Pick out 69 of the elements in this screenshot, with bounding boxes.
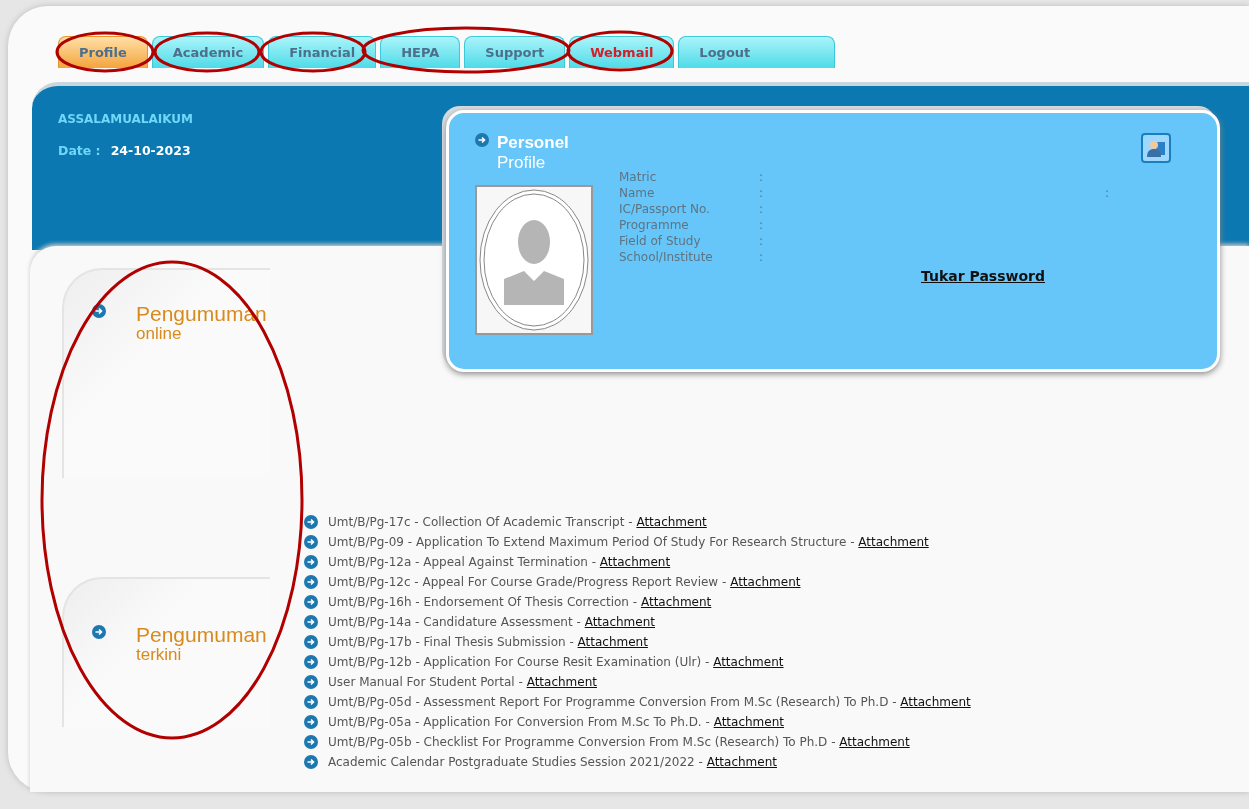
arrow-circle-icon <box>304 615 318 629</box>
attachment-link[interactable]: Attachment <box>526 675 597 689</box>
field-separator: : <box>759 233 765 249</box>
arrow-circle-icon <box>304 555 318 569</box>
arrow-circle-icon <box>304 695 318 709</box>
change-password-link[interactable]: Tukar Password <box>921 268 1045 284</box>
user-profile-button[interactable] <box>1141 133 1171 163</box>
field-separator: : <box>759 217 765 233</box>
arrow-circle-icon <box>304 755 318 769</box>
arrow-circle-icon <box>304 735 318 749</box>
attachment-link[interactable]: Attachment <box>584 615 655 629</box>
attachment-link[interactable]: Attachment <box>858 535 929 549</box>
field-label: Field of Study <box>619 233 702 249</box>
arrow-circle-icon <box>304 515 318 529</box>
card-subtitle: Profile <box>497 153 547 173</box>
attachment-link[interactable]: Attachment <box>640 595 712 609</box>
nav-tab[interactable]: HEPA <box>380 36 461 68</box>
attachment-link[interactable]: Attachment <box>577 635 648 649</box>
nav-tab[interactable]: Support <box>464 36 566 68</box>
field-label: Matric <box>619 169 658 185</box>
announcement-text: Umt/B/Pg-12a - Appeal Against Termination - Attachment <box>328 554 671 571</box>
arrow-circle-icon <box>304 715 318 729</box>
attachment-link[interactable]: Attachment <box>839 735 910 749</box>
announcement-text: Umt/B/Pg-05a - Application For Conversion From M.Sc To Ph.D. - Attachment <box>328 714 784 731</box>
field-separator: : <box>759 249 765 265</box>
attachment-link[interactable]: Attachment <box>636 515 707 529</box>
arrow-circle-icon <box>304 535 318 549</box>
announcement-text: Umt/B/Pg-12c - Appeal For Course Grade/Progress Report Review - Attachment <box>328 574 801 591</box>
arrow-circle-icon <box>304 575 318 589</box>
attachment-link[interactable]: Attachment <box>713 655 784 669</box>
section-subtitle: online <box>136 324 182 344</box>
arrow-circle-icon <box>304 675 318 689</box>
announcement-text: Umt/B/Pg-05b - Checklist For Programme Conversion From M.Sc (Research) To Ph.D - Attachment <box>328 734 910 751</box>
announcement-text: Umt/B/Pg-14a - Candidature Assessment - Attachment <box>328 614 655 631</box>
attachment-link[interactable]: Attachment <box>599 555 671 569</box>
arrow-circle-icon <box>304 655 318 669</box>
nav-tab[interactable]: Logout <box>678 36 836 68</box>
arrow-circle-icon <box>304 635 318 649</box>
attachment-link[interactable]: Attachment <box>730 575 801 589</box>
announcement-text: Umt/B/Pg-05d - Assessment Report For Programme Conversion From M.Sc (Research) To Ph.D - Attachment <box>328 694 971 711</box>
card-title: Personel <box>497 133 569 153</box>
arrow-circle-icon <box>475 133 489 147</box>
announcement-text: Umt/B/Pg-17c - Collection Of Academic Transcript - Attachment <box>328 514 707 531</box>
user-icon <box>1146 138 1166 158</box>
section-subtitle: terkini <box>136 645 182 665</box>
field-separator: : <box>759 169 765 185</box>
greeting-text: ASSALAMUALAIKUM <box>58 112 194 126</box>
field-label: Name <box>619 185 656 201</box>
field-label: School/Institute <box>619 249 714 265</box>
section-title: Pengumuman <box>136 625 267 645</box>
announcement-text: User Manual For Student Portal - Attachment <box>328 674 597 691</box>
attachment-link[interactable]: Attachment <box>706 755 777 769</box>
attachment-link[interactable]: Attachment <box>713 715 784 729</box>
announcement-text: Umt/B/Pg-17b - Final Thesis Submission - Attachment <box>328 634 648 651</box>
arrow-circle-icon <box>92 304 106 318</box>
announcement-text: Academic Calendar Postgraduate Studies Session 2021/2022 - Attachment <box>328 754 777 771</box>
announcement-text: Umt/B/Pg-16h - Endorsement Of Thesis Correction - Attachment <box>328 594 712 611</box>
arrow-circle-icon <box>92 625 106 639</box>
date-label: Date : <box>58 143 101 158</box>
arrow-circle-icon <box>304 595 318 609</box>
field-separator: : <box>1105 185 1110 201</box>
date-value: 24-10-2023 <box>110 143 191 158</box>
announcement-text: Umt/B/Pg-12b - Application For Course Resit Examination (Ulr) - Attachment <box>328 654 784 671</box>
field-separator: : <box>759 201 765 217</box>
announcement-text: Umt/B/Pg-09 - Application To Extend Maximum Period Of Study For Research Structure - Attachment <box>328 534 929 551</box>
field-label: IC/Passport No. <box>619 201 711 217</box>
field-separator: : <box>759 185 765 201</box>
field-label: Programme <box>619 217 690 233</box>
attachment-link[interactable]: Attachment <box>900 695 971 709</box>
